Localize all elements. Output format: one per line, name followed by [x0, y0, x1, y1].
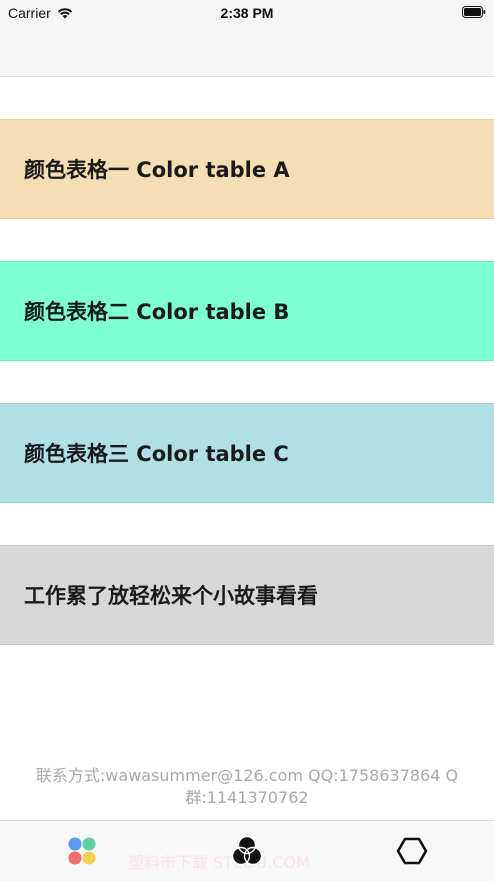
- clock: 2:38 PM: [220, 5, 274, 21]
- status-bar: Carrier 2:38 PM: [0, 0, 494, 26]
- hexagon-icon[interactable]: [396, 835, 428, 867]
- color-table-list: 颜色表格一 Color table A 颜色表格二 Color table B …: [0, 77, 494, 820]
- color-table-b-row[interactable]: 颜色表格二 Color table B: [0, 261, 494, 361]
- color-table-a-row[interactable]: 颜色表格一 Color table A: [0, 119, 494, 219]
- colored-dots-icon[interactable]: [66, 835, 98, 867]
- navigation-bar: [0, 26, 494, 77]
- contact-line-1: 联系方式:wawasummer@126.com QQ:1758637864 Q: [35, 766, 459, 785]
- battery-icon: [462, 6, 486, 18]
- short-stories-row[interactable]: 工作累了放轻松来个小故事看看: [0, 545, 494, 645]
- contact-info: 联系方式:wawasummer@126.com QQ:1758637864 Q …: [20, 765, 474, 809]
- three-circles-icon[interactable]: [231, 835, 263, 867]
- color-table-c-row[interactable]: 颜色表格三 Color table C: [0, 403, 494, 503]
- contact-line-2: 群:1141370762: [185, 788, 309, 807]
- tab-bar: 塑料市下载 STEDU.COM: [0, 820, 494, 881]
- watermark: 塑料市下载 STEDU.COM: [128, 853, 310, 872]
